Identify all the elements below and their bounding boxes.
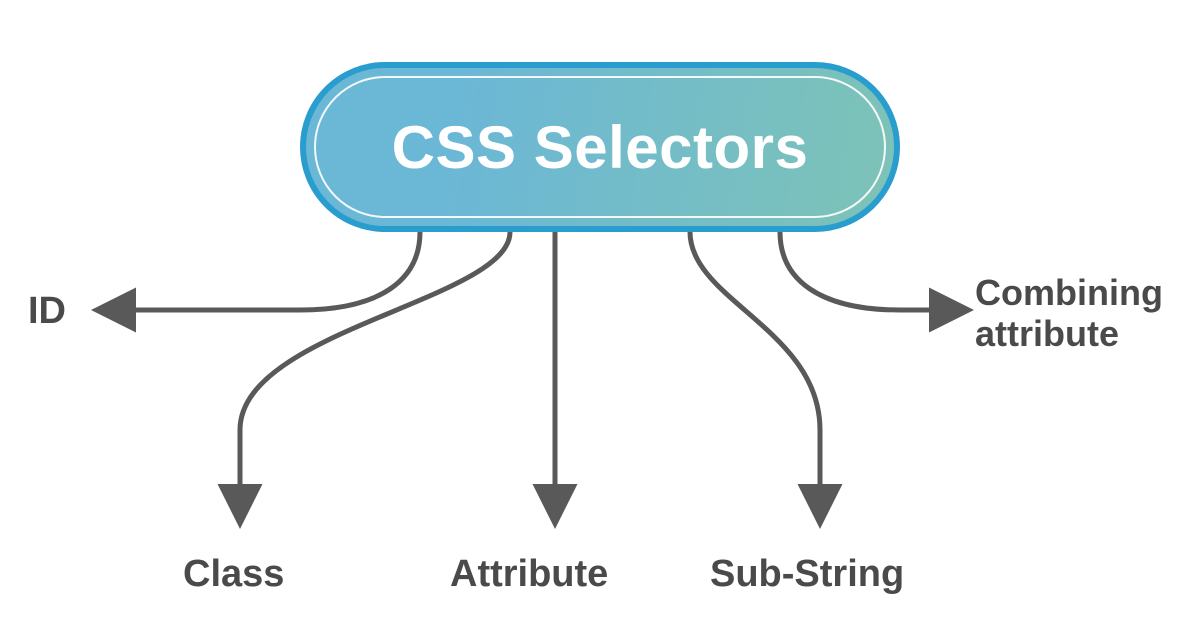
- branch-label-substring: Sub-String: [710, 553, 904, 597]
- branch-label-class: Class: [183, 553, 284, 597]
- root-node-label: CSS Selectors: [392, 113, 809, 182]
- connector-substring: [690, 232, 820, 520]
- connector-combining: [780, 232, 965, 310]
- branch-label-id: ID: [28, 290, 66, 334]
- root-node: CSS Selectors: [300, 62, 900, 232]
- branch-label-combining: Combiningattribute: [975, 272, 1163, 355]
- connector-id: [100, 232, 420, 310]
- diagram-stage: CSS Selectors ID Class Attribute Sub-Str…: [0, 0, 1200, 627]
- connector-class: [240, 232, 510, 520]
- branch-label-attribute: Attribute: [450, 553, 608, 597]
